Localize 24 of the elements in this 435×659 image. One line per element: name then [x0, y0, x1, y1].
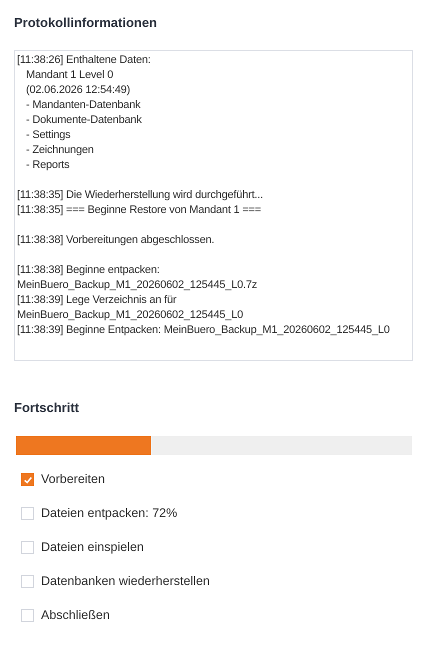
log-line: MeinBuero_Backup_M1_20260602_125445_L0 [17, 308, 244, 323]
log-line: [11:38:39] Beginne Entpacken: MeinBuero_Backup_M1_20260602_125445_L0 [17, 323, 391, 338]
checkbox[interactable] [21, 473, 34, 486]
log-line: [11:38:38] Beginne entpacken: [17, 263, 161, 278]
log-line: [11:38:26] Enthaltene Daten: [17, 53, 152, 68]
log-line: (02.06.2026 12:54:49) [25, 83, 132, 98]
step-label: Datenbanken wiederherstellen [41, 573, 210, 590]
section-title: Fortschritt [14, 400, 80, 415]
step-label: Dateien einspielen [41, 539, 144, 556]
log-line: - Reports [25, 158, 70, 173]
step-label: Abschließen [41, 607, 110, 624]
log-line: [11:38:38] Vorbereitungen abgeschlossen. [17, 233, 216, 248]
log-line: [11:38:35] === Beginne Restore von Mandant 1 === [17, 203, 262, 218]
log-line: - Settings [25, 128, 72, 143]
log-line: Mandant 1 Level 0 [25, 68, 114, 83]
log-line: - Dokumente-Datenbank [25, 113, 143, 128]
step-label: Dateien entpacken: 72% [41, 505, 178, 522]
step-label: Vorbereiten [41, 471, 105, 488]
log-line: - Mandanten-Datenbank [25, 98, 142, 113]
log-line: MeinBuero_Backup_M1_20260602_125445_L0.7z [17, 278, 258, 293]
section-title: Protokollinformationen [14, 15, 158, 30]
log-line: [11:38:39] Lege Verzeichnis an für [17, 293, 178, 308]
log-line: - Zeichnungen [25, 143, 95, 158]
log-line: [11:38:35] Die Wiederherstellung wird durchgeführt... [17, 188, 264, 203]
